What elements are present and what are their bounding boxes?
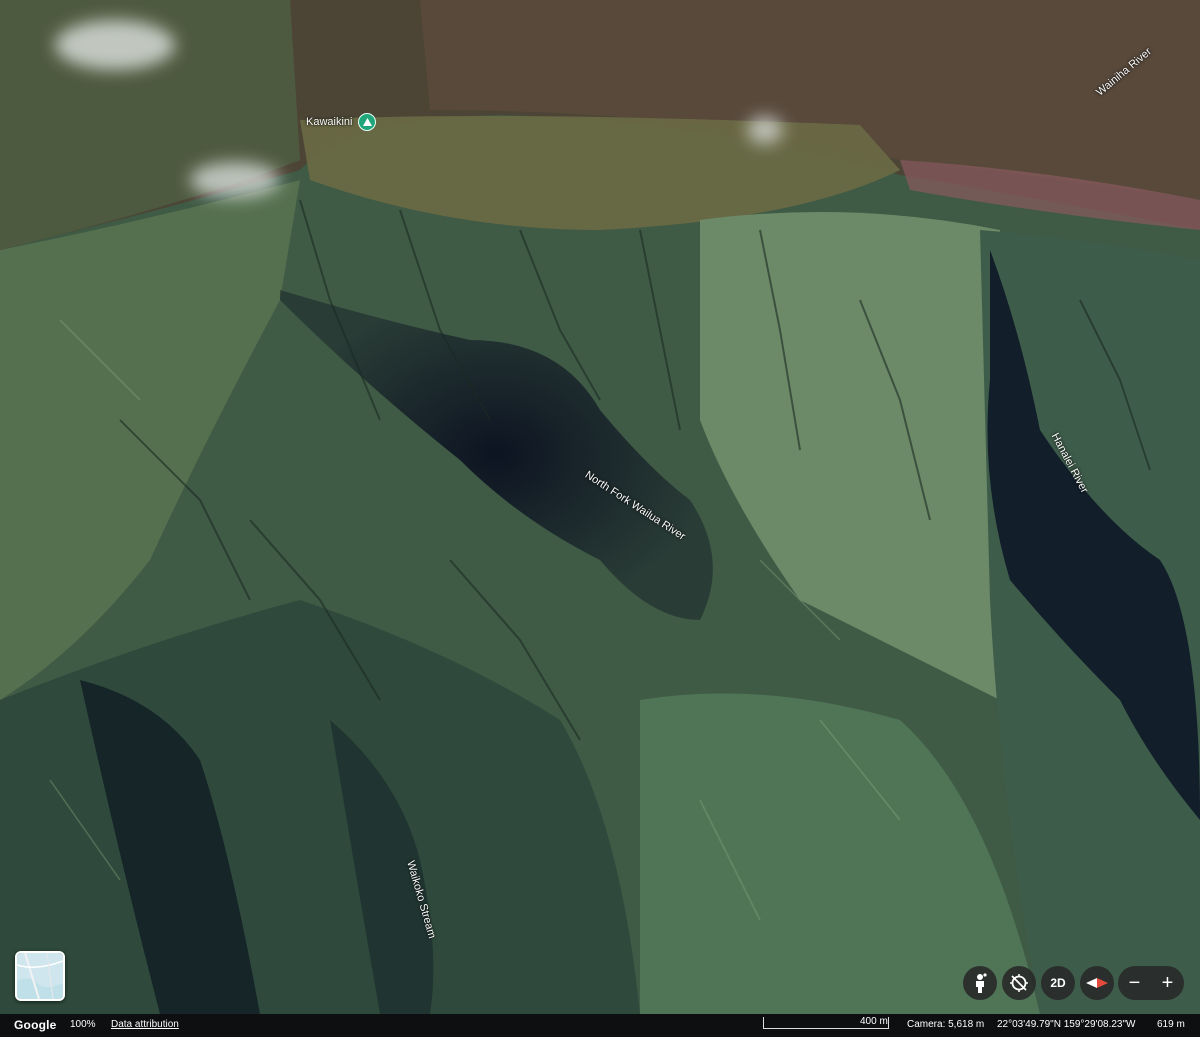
mountain-peak-icon[interactable] <box>358 113 377 131</box>
street-view-button[interactable] <box>963 966 997 1000</box>
satellite-terrain <box>0 0 1200 1014</box>
zoom-out-label: − <box>1128 972 1141 994</box>
google-logo: Google <box>14 1018 57 1032</box>
zoom-controls: − + <box>1118 966 1184 1000</box>
coordinates[interactable]: 22°03'49.79"N 159°29'08.23"W <box>997 1019 1135 1030</box>
poi-label: Kawaikini <box>306 116 353 128</box>
elevation: 619 m <box>1157 1019 1185 1030</box>
tilt-reset-icon <box>1010 974 1028 992</box>
map-layers-icon <box>17 953 63 999</box>
map-view[interactable]: Kawaikini Wainiha River North Fork Wailu… <box>0 0 1200 1014</box>
map-layers-button[interactable] <box>15 951 65 1001</box>
zoom-out-button[interactable]: − <box>1118 966 1151 1000</box>
tilt-reset-button[interactable] <box>1002 966 1036 1000</box>
status-bar: Google 100% Data attribution Camera: 5,6… <box>0 1014 1200 1037</box>
zoom-in-label: + <box>1161 972 1174 994</box>
poi-kawaikini[interactable]: Kawaikini <box>306 113 377 131</box>
zoom-percentage: 100% <box>70 1019 96 1030</box>
compass-icon <box>1086 978 1108 988</box>
data-attribution-link[interactable]: Data attribution <box>111 1019 179 1030</box>
scale-label: 400 m <box>860 1016 888 1027</box>
street-view-person-icon <box>976 973 987 993</box>
zoom-in-button[interactable]: + <box>1151 966 1184 1000</box>
compass-button[interactable] <box>1080 966 1114 1000</box>
view-mode-2d-button[interactable]: 2D <box>1041 966 1075 1000</box>
camera-altitude: Camera: 5,618 m <box>907 1019 985 1030</box>
